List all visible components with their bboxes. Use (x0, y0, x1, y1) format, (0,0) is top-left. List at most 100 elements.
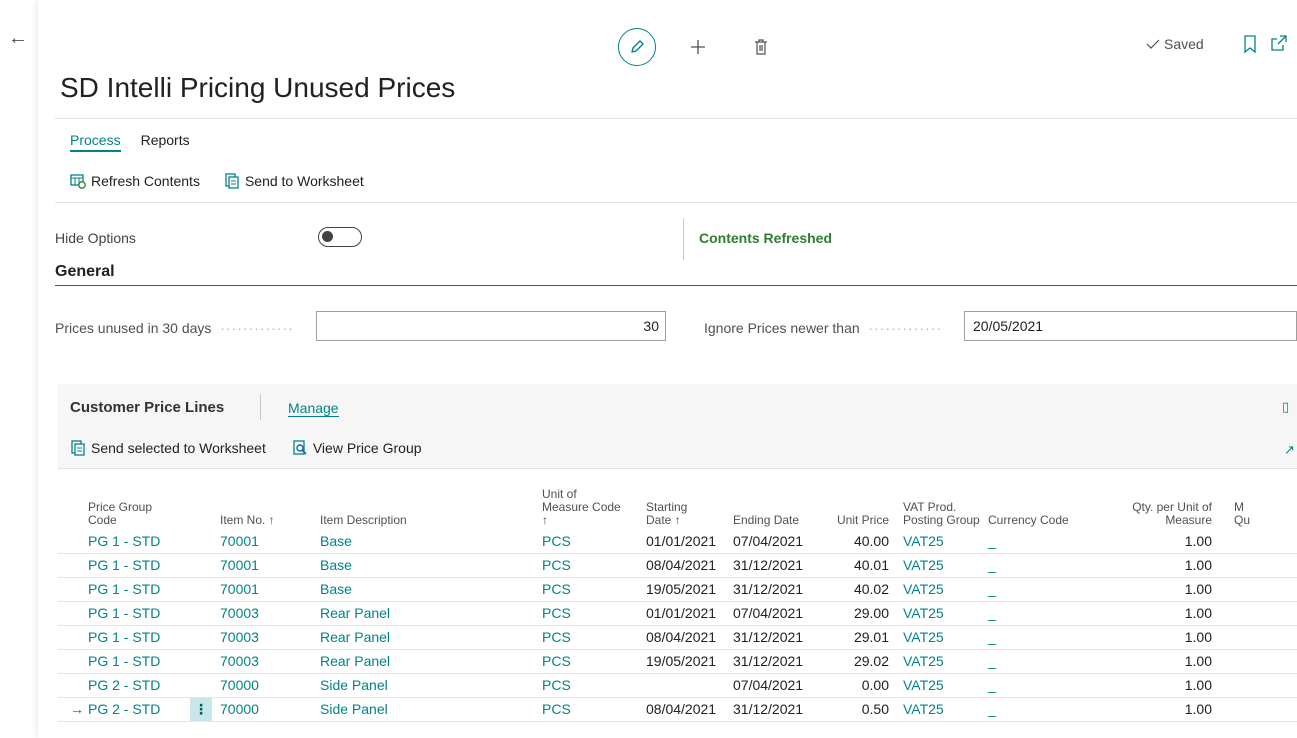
cell-min-qty (1216, 673, 1297, 698)
hide-options-toggle[interactable] (318, 227, 362, 247)
cell-price-group-code[interactable]: PG 2 - STD (88, 673, 220, 698)
refresh-contents-button[interactable]: Refresh Contents (70, 173, 200, 189)
cell-currency-code[interactable]: _ (988, 625, 1098, 650)
page-card: Saved SD Intelli Pricing Unused Prices P… (38, 0, 1297, 738)
col-min-qty[interactable]: M Qu (1216, 473, 1297, 529)
table-row[interactable]: PG 1 - STD 70003 Rear Panel PCS 01/01/2021 07… (58, 601, 1297, 626)
page-title: SD Intelli Pricing Unused Prices (60, 72, 456, 103)
table-row[interactable]: PG 1 - STD 70003 Rear Panel PCS 08/04/2021 31… (58, 625, 1297, 650)
cell-vat-posting-group[interactable]: VAT25 (893, 697, 988, 722)
cell-item-no[interactable]: 70003 (220, 601, 320, 626)
col-item-description[interactable]: Item Description (320, 473, 542, 529)
lines-heading[interactable]: Customer Price Lines (70, 399, 224, 416)
cell-item-description[interactable]: Side Panel (320, 673, 542, 698)
cell-item-description[interactable]: Base (320, 577, 542, 602)
table-row[interactable]: PG 1 - STD 70001 Base PCS 19/05/2021 31/12/20… (58, 577, 1297, 602)
cell-price-group-code[interactable]: PG 1 - STD (88, 649, 220, 674)
cell-currency-code[interactable]: _ (988, 553, 1098, 578)
cell-item-description[interactable]: Side Panel (320, 697, 542, 722)
row-indicator (58, 601, 88, 626)
row-indicator (58, 625, 88, 650)
edit-button[interactable] (618, 28, 656, 66)
cell-ending-date: 31/12/2021 (733, 649, 823, 674)
cell-currency-code[interactable]: _ (988, 673, 1098, 698)
prices-unused-input[interactable]: 30 (316, 311, 666, 341)
cell-currency-code[interactable]: _ (988, 697, 1098, 722)
col-currency-code[interactable]: Currency Code (988, 473, 1098, 529)
ignore-prices-date-input[interactable]: 20/05/2021 (964, 311, 1297, 341)
cell-item-description[interactable]: Base (320, 529, 542, 554)
cell-item-no[interactable]: 70001 (220, 529, 320, 554)
part-expand-icon[interactable]: ↗ (1284, 442, 1295, 458)
cell-qty-per-uom: 1.00 (1098, 673, 1216, 698)
cell-uom-code[interactable]: PCS (542, 553, 646, 578)
cell-price-group-code[interactable]: PG 1 - STD (88, 529, 220, 554)
cell-vat-posting-group[interactable]: VAT25 (893, 601, 988, 626)
view-price-group-button[interactable]: View Price Group (292, 440, 422, 456)
cell-uom-code[interactable]: PCS (542, 649, 646, 674)
row-actions-menu-icon[interactable]: ⋮ (190, 697, 212, 721)
cell-price-group-code[interactable]: PG 1 - STD (88, 601, 220, 626)
cell-starting-date: 08/04/2021 (646, 625, 733, 650)
table-row[interactable]: → PG 2 - STD ⋮ 70000 Side Panel PCS 08/04/2021… (58, 697, 1297, 722)
cell-vat-posting-group[interactable]: VAT25 (893, 553, 988, 578)
table-row[interactable]: PG 1 - STD 70003 Rear Panel PCS 19/05/2021 31… (58, 649, 1297, 674)
cell-vat-posting-group[interactable]: VAT25 (893, 673, 988, 698)
new-button[interactable] (683, 32, 713, 62)
col-price-group-code[interactable]: Price Group Code (88, 473, 220, 529)
tab-process[interactable]: Process (70, 132, 121, 152)
cell-currency-code[interactable]: _ (988, 649, 1098, 674)
cell-currency-code[interactable]: _ (988, 601, 1098, 626)
cell-price-group-code[interactable]: PG 1 - STD (88, 625, 220, 650)
cell-item-no[interactable]: 70003 (220, 649, 320, 674)
cell-vat-posting-group[interactable]: VAT25 (893, 649, 988, 674)
col-uom-code[interactable]: Unit of Measure Code ↑ (542, 473, 646, 529)
cell-vat-posting-group[interactable]: VAT25 (893, 577, 988, 602)
cell-item-no[interactable]: ⋮ 70000 (190, 697, 320, 722)
col-starting-date[interactable]: Starting Date ↑ (646, 473, 733, 529)
send-selected-button[interactable]: Send selected to Worksheet (70, 440, 266, 456)
tab-reports[interactable]: Reports (141, 132, 190, 152)
cell-currency-code[interactable]: _ (988, 529, 1098, 554)
cell-item-no[interactable]: 70003 (220, 625, 320, 650)
cell-item-no[interactable]: 70000 (220, 673, 320, 698)
cell-item-description[interactable]: Base (320, 553, 542, 578)
vertical-divider (260, 394, 261, 420)
section-heading-general[interactable]: General (55, 263, 115, 281)
cell-price-group-code[interactable]: PG 1 - STD (88, 577, 220, 602)
part-edge-icon[interactable]: ▯ (1282, 399, 1289, 415)
col-ending-date[interactable]: Ending Date (733, 473, 823, 529)
cell-uom-code[interactable]: PCS (542, 529, 646, 554)
table-row[interactable]: PG 2 - STD 70000 Side Panel PCS 07/04/2021 0.… (58, 673, 1297, 698)
bookmark-icon[interactable] (1242, 34, 1258, 54)
table-row[interactable]: PG 1 - STD 70001 Base PCS 08/04/2021 31/12/20… (58, 553, 1297, 578)
col-unit-price[interactable]: Unit Price (823, 473, 893, 529)
cell-item-description[interactable]: Rear Panel (320, 625, 542, 650)
cell-uom-code[interactable]: PCS (542, 673, 646, 698)
cell-uom-code[interactable]: PCS (542, 601, 646, 626)
col-qty-per-uom[interactable]: Qty. per Unit of Measure (1098, 473, 1216, 529)
cell-currency-code[interactable]: _ (988, 577, 1098, 602)
col-item-no[interactable]: Item No. ↑ (220, 473, 320, 529)
cell-price-group-code[interactable]: PG 1 - STD (88, 553, 220, 578)
check-icon (1146, 39, 1160, 49)
cell-uom-code[interactable]: PCS (542, 625, 646, 650)
cell-min-qty (1216, 529, 1297, 554)
cell-item-no[interactable]: 70001 (220, 577, 320, 602)
cell-vat-posting-group[interactable]: VAT25 (893, 625, 988, 650)
cell-ending-date: 31/12/2021 (733, 625, 823, 650)
cell-item-description[interactable]: Rear Panel (320, 601, 542, 626)
cell-item-no[interactable]: 70001 (220, 553, 320, 578)
back-arrow-icon[interactable]: ← (8, 26, 32, 50)
col-vat-posting-group[interactable]: VAT Prod. Posting Group (893, 473, 988, 529)
delete-button[interactable] (748, 32, 774, 62)
send-to-worksheet-button[interactable]: Send to Worksheet (224, 173, 364, 189)
trash-icon (755, 39, 767, 55)
cell-uom-code[interactable]: PCS (542, 577, 646, 602)
cell-uom-code[interactable]: PCS (542, 697, 646, 722)
cell-vat-posting-group[interactable]: VAT25 (893, 529, 988, 554)
table-row[interactable]: PG 1 - STD 70001 Base PCS 01/01/2021 07/04/20… (58, 529, 1297, 554)
manage-tab[interactable]: Manage (288, 400, 339, 417)
cell-item-description[interactable]: Rear Panel (320, 649, 542, 674)
popout-icon[interactable] (1270, 34, 1288, 52)
